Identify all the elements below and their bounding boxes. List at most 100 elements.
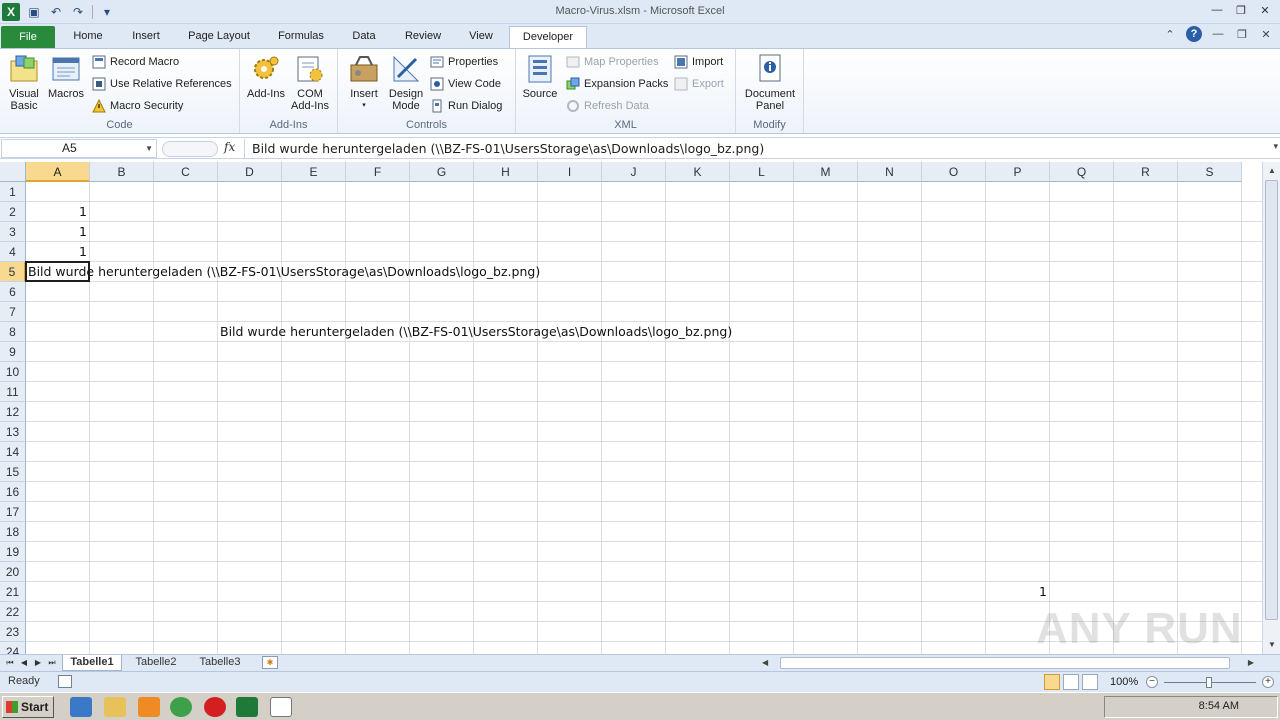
cell-a3[interactable]: 1 [26, 222, 90, 242]
row-header-13[interactable]: 13 [0, 422, 26, 442]
close-icon[interactable]: ✕ [1256, 2, 1274, 18]
row-header-12[interactable]: 12 [0, 402, 26, 422]
minimize-ribbon-icon[interactable]: ⌃ [1162, 26, 1178, 42]
column-header-s[interactable]: S [1178, 162, 1242, 182]
column-header-o[interactable]: O [922, 162, 986, 182]
tab-view[interactable]: View [458, 26, 504, 48]
zoom-level[interactable]: 100% [1110, 676, 1138, 688]
column-header-b[interactable]: B [90, 162, 154, 182]
column-header-r[interactable]: R [1114, 162, 1178, 182]
map-properties-button[interactable]: Map Properties [566, 53, 659, 71]
zoom-out-icon[interactable]: − [1146, 676, 1158, 688]
row-header-22[interactable]: 22 [0, 602, 26, 622]
tab-home[interactable]: Home [62, 26, 114, 48]
insert-control-button[interactable]: Insert ▾ [344, 53, 384, 112]
row-header-19[interactable]: 19 [0, 542, 26, 562]
folder-icon[interactable] [104, 697, 126, 717]
expansion-packs-button[interactable]: Expansion Packs [566, 75, 668, 93]
column-header-e[interactable]: E [282, 162, 346, 182]
row-header-15[interactable]: 15 [0, 462, 26, 482]
tab-file[interactable]: File [1, 26, 55, 48]
row-header-2[interactable]: 2 [0, 202, 26, 222]
zoom-in-icon[interactable]: + [1262, 676, 1274, 688]
run-dialog-button[interactable]: Run Dialog [430, 97, 502, 115]
column-header-i[interactable]: I [538, 162, 602, 182]
column-header-l[interactable]: L [730, 162, 794, 182]
normal-view-icon[interactable] [1044, 674, 1060, 690]
view-code-button[interactable]: View Code [430, 75, 501, 93]
start-button[interactable]: Start [2, 696, 54, 718]
design-mode-button[interactable]: Design Mode [386, 53, 426, 112]
cell-a2[interactable]: 1 [26, 202, 90, 222]
page-layout-view-icon[interactable] [1063, 674, 1079, 690]
page-break-view-icon[interactable] [1082, 674, 1098, 690]
scroll-up-icon[interactable]: ▲ [1265, 164, 1279, 178]
row-header-23[interactable]: 23 [0, 622, 26, 642]
record-macro-status-icon[interactable] [58, 675, 72, 688]
column-header-p[interactable]: P [986, 162, 1050, 182]
macros-button[interactable]: Macros [46, 53, 86, 100]
export-button[interactable]: Export [674, 75, 724, 93]
column-header-m[interactable]: M [794, 162, 858, 182]
next-sheet-icon[interactable]: ▶ [32, 656, 44, 670]
sheet-tab-tabelle2[interactable]: Tabelle2 [128, 655, 184, 671]
visual-basic-button[interactable]: Visual Basic [4, 53, 44, 112]
tab-data[interactable]: Data [342, 26, 386, 48]
doc-restore-icon[interactable]: ❐ [1234, 26, 1250, 42]
row-header-10[interactable]: 10 [0, 362, 26, 382]
doc-minimize-icon[interactable]: — [1210, 26, 1226, 42]
row-header-24[interactable]: 24 [0, 642, 26, 654]
row-header-3[interactable]: 3 [0, 222, 26, 242]
doc-close-icon[interactable]: ✕ [1258, 26, 1274, 42]
cell-d8[interactable]: Bild wurde heruntergeladen (\\BZ-FS-01\U… [218, 322, 732, 342]
row-header-7[interactable]: 7 [0, 302, 26, 322]
column-header-k[interactable]: K [666, 162, 730, 182]
excel-taskbar-icon[interactable] [236, 697, 258, 717]
column-header-g[interactable]: G [410, 162, 474, 182]
tab-developer[interactable]: Developer [509, 26, 587, 48]
last-sheet-icon[interactable]: ⏭ [46, 656, 58, 670]
row-header-8[interactable]: 8 [0, 322, 26, 342]
tab-formulas[interactable]: Formulas [268, 26, 334, 48]
scroll-down-icon[interactable]: ▼ [1265, 638, 1279, 652]
row-header-9[interactable]: 9 [0, 342, 26, 362]
column-header-c[interactable]: C [154, 162, 218, 182]
document-taskbar-icon[interactable] [270, 697, 292, 717]
relative-references-button[interactable]: Use Relative References [92, 75, 232, 93]
horizontal-scroll-thumb[interactable] [780, 657, 1230, 669]
chrome-icon[interactable] [170, 697, 192, 717]
record-macro-button[interactable]: Record Macro [92, 53, 179, 71]
worksheet-grid[interactable]: A B C D E F G H I J K L M N O P Q R S 1 2 3 4 5 6 7 8 9 10 11 12 13 14 15… [0, 162, 1262, 654]
row-header-17[interactable]: 17 [0, 502, 26, 522]
column-header-n[interactable]: N [858, 162, 922, 182]
insert-function-icon[interactable]: fx [224, 140, 235, 154]
com-addins-button[interactable]: COM Add-Ins [290, 53, 330, 112]
sheet-tab-tabelle1[interactable]: Tabelle1 [62, 655, 122, 671]
insert-sheet-icon[interactable]: ✱ [262, 656, 278, 669]
column-header-a[interactable]: A [26, 162, 90, 182]
cell-a4[interactable]: 1 [26, 242, 90, 262]
tab-review[interactable]: Review [396, 26, 450, 48]
vertical-scroll-thumb[interactable] [1265, 180, 1278, 620]
properties-button[interactable]: Properties [430, 53, 498, 71]
row-header-21[interactable]: 21 [0, 582, 26, 602]
column-header-d[interactable]: D [218, 162, 282, 182]
column-header-h[interactable]: H [474, 162, 538, 182]
formula-input[interactable]: Bild wurde heruntergeladen (\\BZ-FS-01\U… [244, 139, 1264, 158]
restore-icon[interactable]: ❐ [1232, 2, 1250, 18]
column-header-j[interactable]: J [602, 162, 666, 182]
scroll-left-icon[interactable]: ◀ [762, 656, 768, 670]
tab-insert[interactable]: Insert [120, 26, 172, 48]
row-header-11[interactable]: 11 [0, 382, 26, 402]
addins-button[interactable]: Add-Ins [246, 53, 286, 100]
column-header-q[interactable]: Q [1050, 162, 1114, 182]
name-box[interactable]: A5 ▼ [1, 139, 157, 158]
document-panel-button[interactable]: Document Panel [740, 53, 800, 112]
media-player-icon[interactable] [138, 697, 160, 717]
cell-p21[interactable]: 1 [986, 582, 1050, 602]
horizontal-scrollbar[interactable]: ◀ ▶ [760, 656, 1254, 670]
prev-sheet-icon[interactable]: ◀ [18, 656, 30, 670]
name-box-dropdown-icon[interactable]: ▼ [145, 140, 153, 157]
cell-a5[interactable]: Bild wurde heruntergeladen (\\BZ-FS-01\U… [26, 262, 540, 282]
row-header-4[interactable]: 4 [0, 242, 26, 262]
